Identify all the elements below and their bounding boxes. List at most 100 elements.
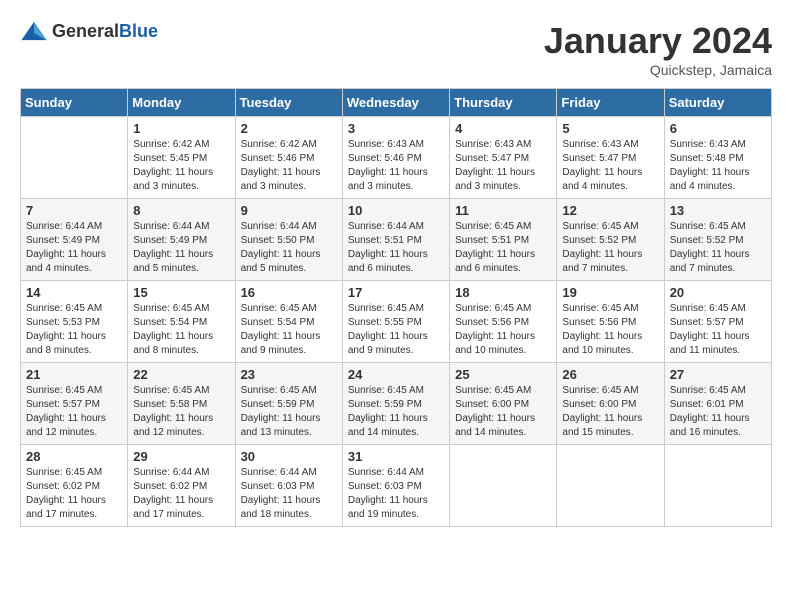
day-info: Sunrise: 6:44 AM Sunset: 6:03 PM Dayligh… [348, 466, 444, 522]
calendar-cell: 18 Sunrise: 6:45 AM Sunset: 5:56 PM Dayli… [450, 281, 557, 363]
calendar-cell: 9 Sunrise: 6:44 AM Sunset: 5:50 PM Daylig… [235, 199, 342, 281]
calendar-cell: 15Sunrise: 6:45 AM Sunset: 5:54 PM Dayli… [128, 281, 235, 363]
calendar-cell: 21 Sunrise: 6:45 AM Sunset: 5:57 PM Dayli… [21, 363, 128, 445]
day-info: Sunrise: 6:45 AM Sunset: 5:52 PM Dayligh… [670, 220, 766, 276]
calendar-cell: 1 Sunrise: 6:42 AM Sunset: 5:45 PM Daylig… [128, 117, 235, 199]
calendar-cell: 10 Sunrise: 6:44 AM Sunset: 5:51 PM Dayli… [342, 199, 449, 281]
day-number: 13 [670, 203, 766, 218]
day-info: Sunrise: 6:45 AM Sunset: 5:59 PM Dayligh… [241, 384, 337, 440]
day-info: Sunrise: 6:44 AM Sunset: 5:49 PM Dayligh… [133, 220, 229, 276]
calendar-header: Sunday Monday Tuesday Wednesday Thursday… [21, 89, 772, 117]
day-number: 19 [562, 285, 658, 300]
day-number: 11 [455, 203, 551, 218]
calendar-cell: 3 Sunrise: 6:43 AM Sunset: 5:46 PM Daylig… [342, 117, 449, 199]
calendar-body: 1 Sunrise: 6:42 AM Sunset: 5:45 PM Daylig… [21, 117, 772, 527]
day-number: 18 [455, 285, 551, 300]
header-row: Sunday Monday Tuesday Wednesday Thursday… [21, 89, 772, 117]
col-saturday: Saturday [664, 89, 771, 117]
day-number: 31 [348, 449, 444, 464]
calendar-cell: 31 Sunrise: 6:44 AM Sunset: 6:03 PM Dayli… [342, 445, 449, 527]
day-number: 12 [562, 203, 658, 218]
calendar-cell: 23 Sunrise: 6:45 AM Sunset: 5:59 PM Dayli… [235, 363, 342, 445]
calendar-cell: 5 Sunrise: 6:43 AM Sunset: 5:47 PM Daylig… [557, 117, 664, 199]
calendar-cell [557, 445, 664, 527]
calendar-cell: 20 Sunrise: 6:45 AM Sunset: 5:57 PM Dayli… [664, 281, 771, 363]
logo-text: GeneralBlue [52, 21, 158, 42]
day-info: Sunrise: 6:44 AM Sunset: 5:49 PM Dayligh… [26, 220, 122, 276]
day-info: Sunrise: 6:44 AM Sunset: 5:50 PM Dayligh… [241, 220, 337, 276]
day-number: 3 [348, 121, 444, 136]
calendar-cell [450, 445, 557, 527]
day-number: 14 [26, 285, 122, 300]
day-info: Sunrise: 6:45 AM Sunset: 6:00 PM Dayligh… [562, 384, 658, 440]
calendar-cell: 13 Sunrise: 6:45 AM Sunset: 5:52 PM Dayli… [664, 199, 771, 281]
day-info: Sunrise: 6:44 AM Sunset: 5:51 PM Dayligh… [348, 220, 444, 276]
day-number: 22 [133, 367, 229, 382]
calendar-week-1: 1 Sunrise: 6:42 AM Sunset: 5:45 PM Daylig… [21, 117, 772, 199]
day-info: Sunrise: 6:43 AM Sunset: 5:47 PM Dayligh… [455, 138, 551, 194]
day-info: Sunrise: 6:45 AM Sunset: 5:56 PM Dayligh… [562, 302, 658, 358]
day-number: 20 [670, 285, 766, 300]
calendar-cell: 19 Sunrise: 6:45 AM Sunset: 5:56 PM Dayli… [557, 281, 664, 363]
day-number: 5 [562, 121, 658, 136]
calendar-cell: 30 Sunrise: 6:44 AM Sunset: 6:03 PM Dayli… [235, 445, 342, 527]
day-number: 17 [348, 285, 444, 300]
col-wednesday: Wednesday [342, 89, 449, 117]
col-friday: Friday [557, 89, 664, 117]
calendar-cell: 11Sunrise: 6:45 AM Sunset: 5:51 PM Dayli… [450, 199, 557, 281]
day-number: 1 [133, 121, 229, 136]
col-monday: Monday [128, 89, 235, 117]
logo-general: General [52, 21, 119, 41]
day-number: 28 [26, 449, 122, 464]
logo: GeneralBlue [20, 20, 158, 42]
logo-blue: Blue [119, 21, 158, 41]
calendar-cell: 22Sunrise: 6:45 AM Sunset: 5:58 PM Dayli… [128, 363, 235, 445]
day-number: 26 [562, 367, 658, 382]
day-number: 24 [348, 367, 444, 382]
calendar-cell: 29 Sunrise: 6:44 AM Sunset: 6:02 PM Dayli… [128, 445, 235, 527]
day-number: 23 [241, 367, 337, 382]
day-info: Sunrise: 6:45 AM Sunset: 5:55 PM Dayligh… [348, 302, 444, 358]
day-info: Sunrise: 6:44 AM Sunset: 6:02 PM Dayligh… [133, 466, 229, 522]
calendar-cell [664, 445, 771, 527]
day-info: Sunrise: 6:43 AM Sunset: 5:47 PM Dayligh… [562, 138, 658, 194]
calendar-cell: 6Sunrise: 6:43 AM Sunset: 5:48 PM Daylig… [664, 117, 771, 199]
calendar-cell: 14 Sunrise: 6:45 AM Sunset: 5:53 PM Dayli… [21, 281, 128, 363]
day-number: 21 [26, 367, 122, 382]
day-info: Sunrise: 6:45 AM Sunset: 5:57 PM Dayligh… [26, 384, 122, 440]
month-year: January 2024 [544, 20, 772, 62]
calendar-week-5: 28Sunrise: 6:45 AM Sunset: 6:02 PM Dayli… [21, 445, 772, 527]
day-info: Sunrise: 6:45 AM Sunset: 5:53 PM Dayligh… [26, 302, 122, 358]
day-number: 2 [241, 121, 337, 136]
calendar-cell: 26 Sunrise: 6:45 AM Sunset: 6:00 PM Dayli… [557, 363, 664, 445]
day-info: Sunrise: 6:43 AM Sunset: 5:46 PM Dayligh… [348, 138, 444, 194]
calendar-cell: 7 Sunrise: 6:44 AM Sunset: 5:49 PM Daylig… [21, 199, 128, 281]
logo-icon [20, 20, 48, 42]
day-info: Sunrise: 6:45 AM Sunset: 5:56 PM Dayligh… [455, 302, 551, 358]
day-info: Sunrise: 6:45 AM Sunset: 6:00 PM Dayligh… [455, 384, 551, 440]
calendar-week-2: 7 Sunrise: 6:44 AM Sunset: 5:49 PM Daylig… [21, 199, 772, 281]
col-tuesday: Tuesday [235, 89, 342, 117]
day-number: 8 [133, 203, 229, 218]
day-number: 27 [670, 367, 766, 382]
day-info: Sunrise: 6:45 AM Sunset: 5:54 PM Dayligh… [241, 302, 337, 358]
day-info: Sunrise: 6:44 AM Sunset: 6:03 PM Dayligh… [241, 466, 337, 522]
day-number: 29 [133, 449, 229, 464]
day-number: 6 [670, 121, 766, 136]
day-info: Sunrise: 6:42 AM Sunset: 5:45 PM Dayligh… [133, 138, 229, 194]
title-area: January 2024 Quickstep, Jamaica [544, 20, 772, 78]
calendar-cell: 12Sunrise: 6:45 AM Sunset: 5:52 PM Dayli… [557, 199, 664, 281]
calendar-table: Sunday Monday Tuesday Wednesday Thursday… [20, 88, 772, 527]
day-info: Sunrise: 6:45 AM Sunset: 5:57 PM Dayligh… [670, 302, 766, 358]
day-number: 9 [241, 203, 337, 218]
col-thursday: Thursday [450, 89, 557, 117]
day-info: Sunrise: 6:45 AM Sunset: 5:59 PM Dayligh… [348, 384, 444, 440]
day-info: Sunrise: 6:45 AM Sunset: 6:01 PM Dayligh… [670, 384, 766, 440]
calendar-week-4: 21 Sunrise: 6:45 AM Sunset: 5:57 PM Dayli… [21, 363, 772, 445]
calendar-cell: 28Sunrise: 6:45 AM Sunset: 6:02 PM Dayli… [21, 445, 128, 527]
day-number: 30 [241, 449, 337, 464]
calendar-cell: 4Sunrise: 6:43 AM Sunset: 5:47 PM Daylig… [450, 117, 557, 199]
day-number: 10 [348, 203, 444, 218]
day-number: 7 [26, 203, 122, 218]
location: Quickstep, Jamaica [544, 62, 772, 78]
